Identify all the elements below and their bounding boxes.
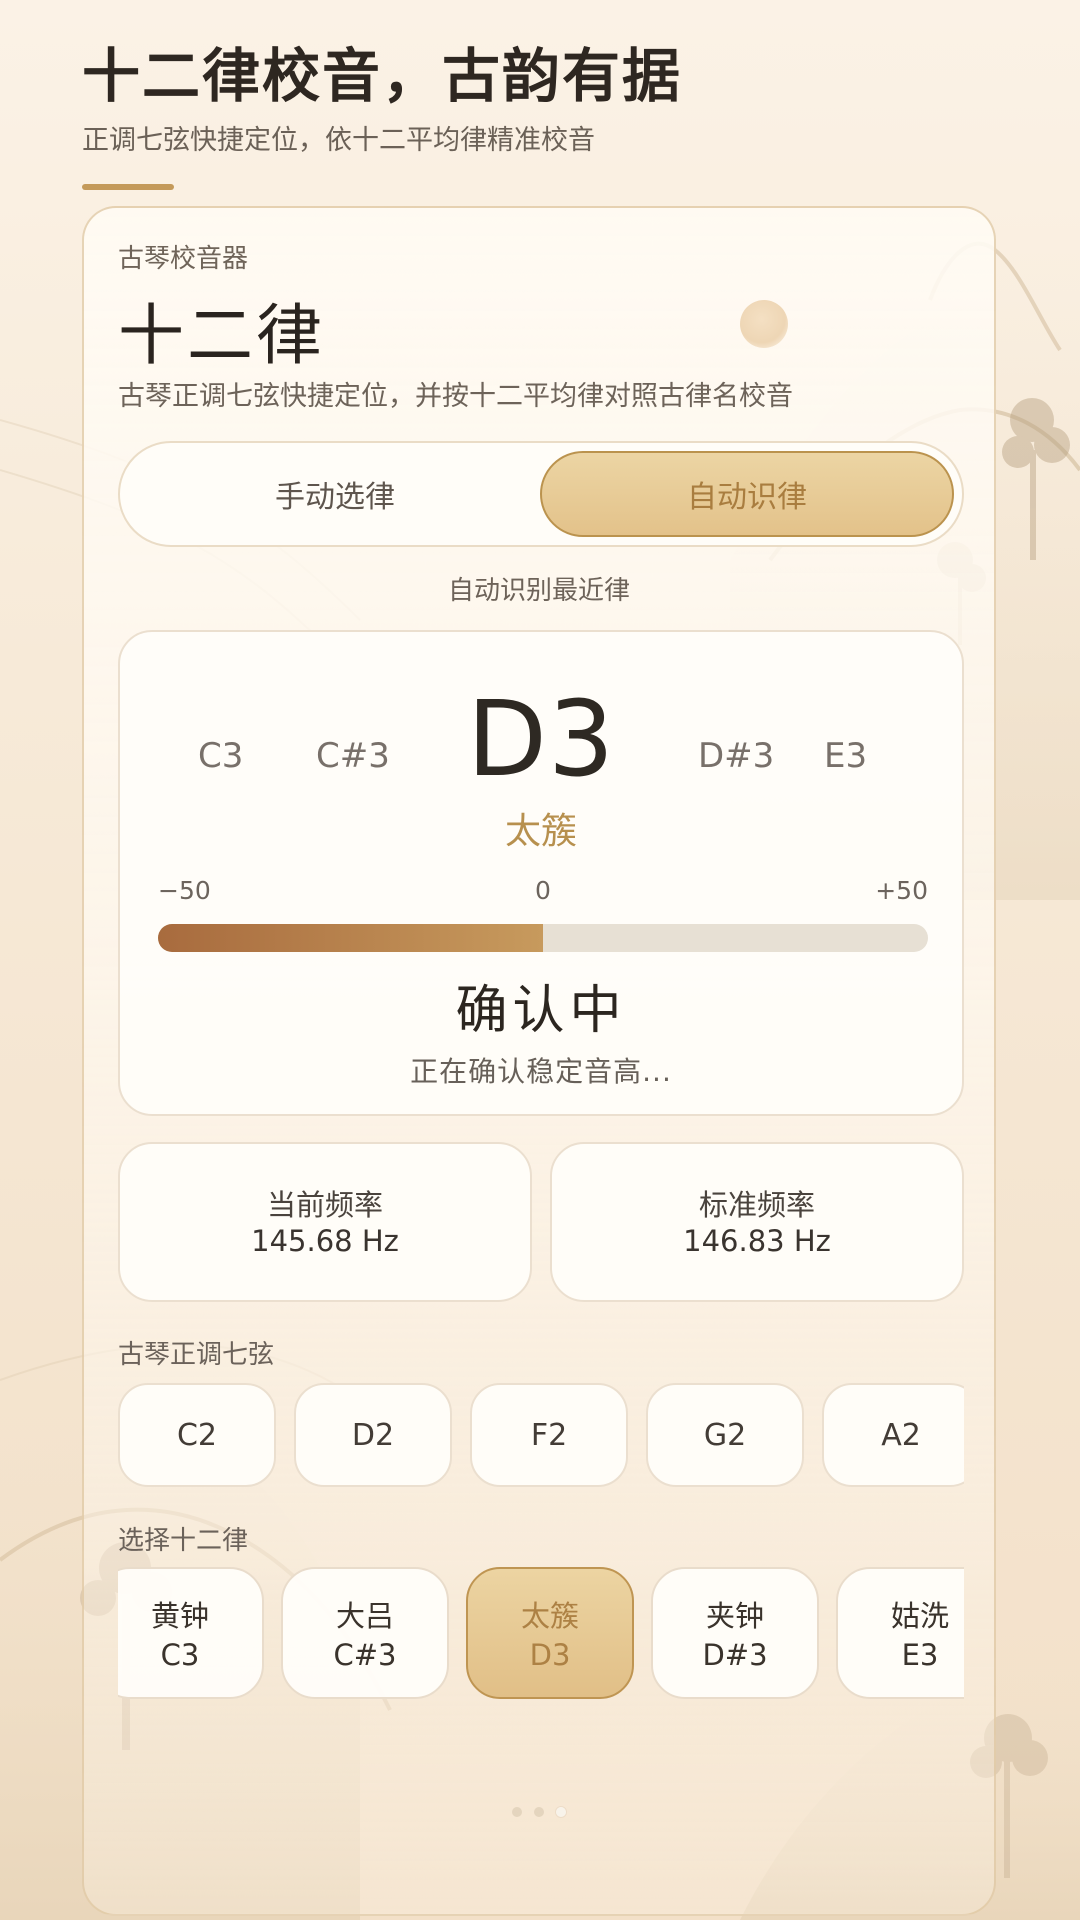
lu-name: 黄钟 xyxy=(150,1599,209,1633)
current-frequency-label: 当前频率 xyxy=(266,1188,383,1222)
page-indicator-dot xyxy=(534,1807,544,1817)
deviation-meter-fill xyxy=(158,924,543,952)
sun-decoration xyxy=(740,300,788,348)
page-indicator-dot-active xyxy=(556,1807,566,1817)
page-indicator xyxy=(84,1807,994,1817)
neighbor-note-e3: E3 xyxy=(824,736,868,776)
lu-name: 大吕 xyxy=(335,1599,394,1633)
string-button-c2[interactable]: C2 xyxy=(118,1383,276,1487)
lu-button-taicu[interactable]: 太簇 D3 xyxy=(466,1567,634,1699)
lu-note: D#3 xyxy=(702,1638,768,1672)
lu-name: 夹钟 xyxy=(705,1599,764,1633)
lu-name: 太簇 xyxy=(520,1599,579,1633)
string-button-f2[interactable]: F2 xyxy=(470,1383,628,1487)
note-row: C3 C#3 D3 D#3 E3 xyxy=(120,678,962,808)
app-name: 古琴校音器 xyxy=(118,244,249,274)
page-indicator-dot xyxy=(512,1807,522,1817)
neighbor-note-dsharp3: D#3 xyxy=(698,736,775,776)
standard-frequency-label: 标准频率 xyxy=(698,1188,815,1222)
string-button-a2[interactable]: A2 xyxy=(822,1383,964,1487)
lu-button-dalu[interactable]: 大吕 C#3 xyxy=(281,1567,449,1699)
current-lu-name: 太簇 xyxy=(504,811,577,852)
tuning-status-detail: 正在确认稳定音高... xyxy=(410,1055,672,1088)
page-subtitle: 正调七弦快捷定位，依十二平均律精准校音 xyxy=(82,125,595,156)
string-selector-strip: C2 D2 F2 G2 A2 xyxy=(118,1383,964,1489)
lu-button-guxian[interactable]: 姑洗 E3 xyxy=(836,1567,964,1699)
strings-section-label: 古琴正调七弦 xyxy=(118,1340,275,1370)
page-title: 十二律校音，古韵有据 xyxy=(82,42,683,110)
standard-frequency-card: 标准频率 146.83 Hz xyxy=(550,1142,964,1302)
deviation-scale: −50 0 +50 xyxy=(158,876,928,905)
lu-section-label: 选择十二律 xyxy=(118,1526,249,1556)
page-header: 十二律校音，古韵有据 正调七弦快捷定位，依十二平均律精准校音 xyxy=(82,38,982,190)
lu-button-jiazhong[interactable]: 夹钟 D#3 xyxy=(651,1567,819,1699)
lu-note: D3 xyxy=(529,1638,571,1672)
manual-mode-button[interactable]: 手动选律 xyxy=(128,451,542,537)
mode-toggle: 手动选律 自动识律 xyxy=(118,441,964,547)
string-button-d2[interactable]: D2 xyxy=(294,1383,452,1487)
standard-frequency-value: 146.83 Hz xyxy=(683,1224,831,1258)
scale-zero-label: 0 xyxy=(535,876,551,905)
string-button-g2[interactable]: G2 xyxy=(646,1383,804,1487)
current-frequency-value: 145.68 Hz xyxy=(251,1224,399,1258)
scale-max-label: +50 xyxy=(875,876,928,905)
lu-selector-strip: 黄钟 C3 大吕 C#3 太簇 D3 夹钟 D#3 姑洗 E3 xyxy=(118,1567,964,1701)
deviation-meter xyxy=(158,924,928,952)
auto-mode-button[interactable]: 自动识律 xyxy=(540,451,954,537)
lu-name: 姑洗 xyxy=(890,1599,949,1633)
tuning-status: 确认中 xyxy=(455,981,627,1041)
lu-note: C#3 xyxy=(333,1638,397,1672)
current-frequency-card: 当前频率 145.68 Hz xyxy=(118,1142,532,1302)
lu-note: E3 xyxy=(901,1638,939,1672)
title-accent-rule xyxy=(82,184,174,190)
tuner-card: 古琴校音器 十二律 古琴正调七弦快捷定位，并按十二平均律对照古律名校音 手动选律… xyxy=(82,206,996,1916)
tuner-panel: C3 C#3 D3 D#3 E3 太簇 −50 0 +50 确认中 正在确认稳定… xyxy=(118,630,964,1116)
app-title: 十二律 xyxy=(118,297,325,374)
app-description: 古琴正调七弦快捷定位，并按十二平均律对照古律名校音 xyxy=(118,381,793,412)
lu-note: C3 xyxy=(160,1638,200,1672)
lu-button-huangzhong[interactable]: 黄钟 C3 xyxy=(118,1567,264,1699)
mode-note: 自动识别最近律 xyxy=(447,576,630,606)
